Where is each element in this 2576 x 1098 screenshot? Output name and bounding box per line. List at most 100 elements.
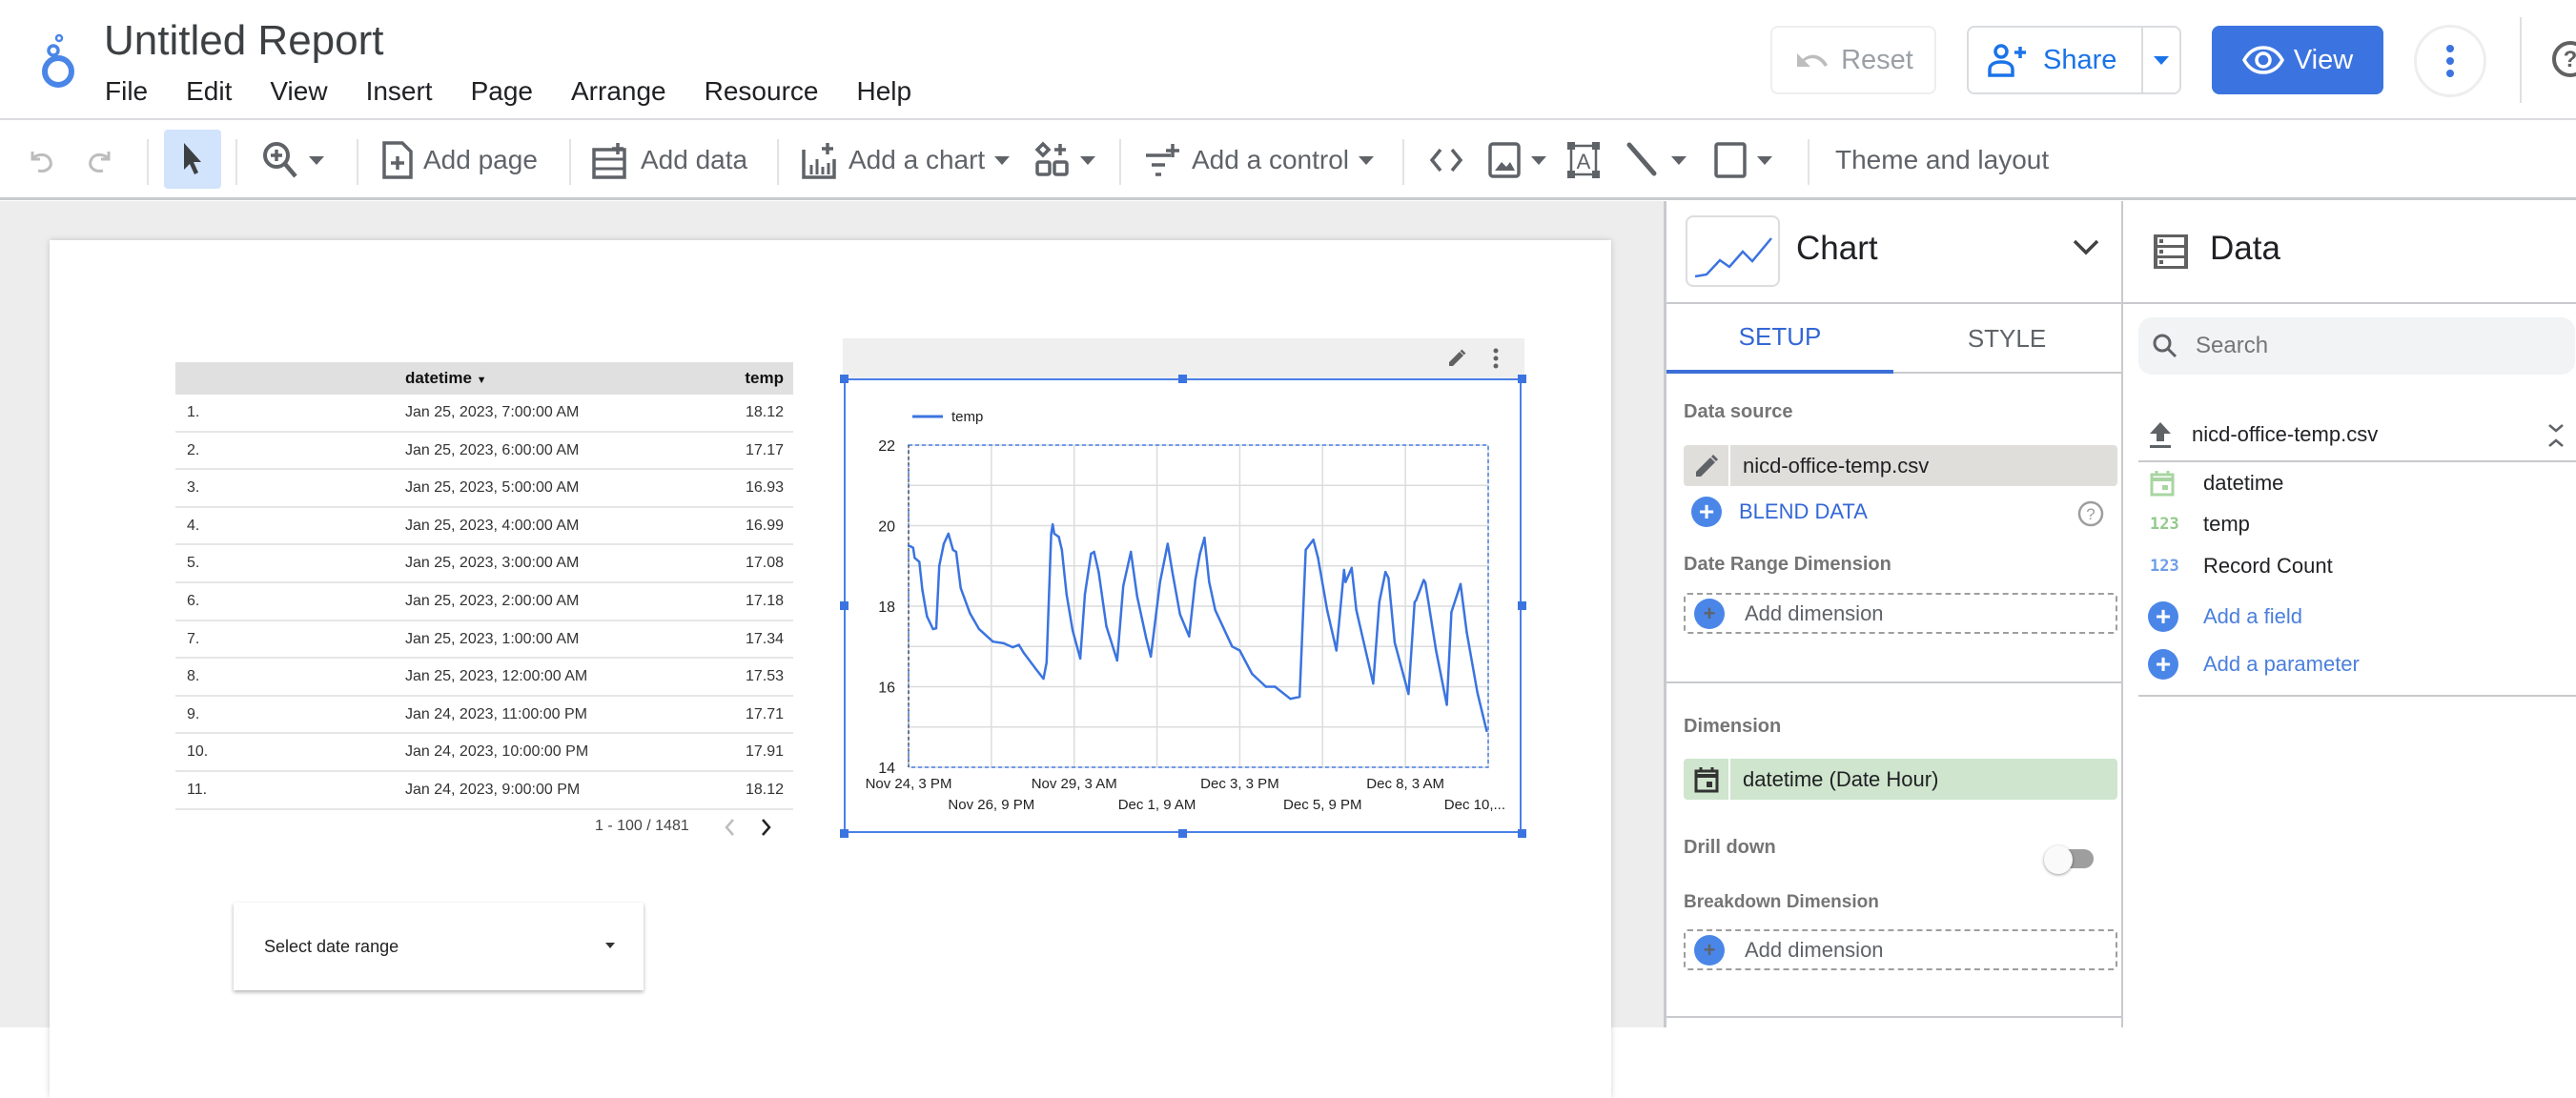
- prev-page-button[interactable]: [722, 816, 737, 839]
- more-vert-icon: [1493, 348, 1499, 369]
- theme-layout-label: Theme and layout: [1835, 145, 2050, 174]
- field-datetime[interactable]: datetime: [2150, 470, 2283, 497]
- chart-type-selector[interactable]: [1686, 215, 1780, 287]
- chart-selection-box[interactable]: [844, 378, 1522, 833]
- drill-down-toggle[interactable]: [2044, 845, 2097, 874]
- field-search[interactable]: [2138, 317, 2575, 375]
- zoom-button[interactable]: [261, 120, 324, 200]
- calendar-icon: [2150, 470, 2182, 497]
- table-row[interactable]: 8. Jan 25, 2023, 12:00:00 AM 17.53: [175, 659, 793, 697]
- resize-handle[interactable]: [840, 829, 848, 838]
- resize-handle[interactable]: [1518, 375, 1526, 383]
- table-row[interactable]: 1. Jan 25, 2023, 7:00:00 AM 18.12: [175, 395, 793, 433]
- embed-url-button[interactable]: [1427, 120, 1465, 200]
- help-icon[interactable]: ?: [2077, 500, 2104, 527]
- search-input[interactable]: [2196, 333, 2558, 359]
- table-row[interactable]: 2. Jan 25, 2023, 6:00:00 AM 17.17: [175, 433, 793, 471]
- add-dimension-label: Add dimension: [1745, 937, 1884, 962]
- row-index: 3.: [187, 479, 200, 497]
- tab-style[interactable]: STYLE: [1893, 304, 2120, 374]
- share-main[interactable]: Share: [1969, 28, 2144, 92]
- expand-collapse-icon[interactable]: [2546, 422, 2566, 449]
- resize-handle[interactable]: [840, 601, 848, 610]
- table-row[interactable]: 11. Jan 24, 2023, 9:00:00 PM 18.12: [175, 772, 793, 810]
- add-page-button[interactable]: Add page: [381, 120, 538, 200]
- add-line-button[interactable]: [1624, 120, 1687, 200]
- redo-button[interactable]: [84, 120, 116, 200]
- report-title[interactable]: Untitled Report: [104, 17, 383, 65]
- data-source-chip[interactable]: nicd-office-temp.csv: [1684, 445, 2117, 486]
- date-range-control[interactable]: Select date range: [234, 903, 644, 990]
- menu-arrange[interactable]: Arrange: [571, 76, 666, 107]
- menu-page[interactable]: Page: [471, 76, 533, 107]
- resize-handle[interactable]: [1178, 375, 1187, 383]
- share-button[interactable]: Share: [1967, 26, 2181, 94]
- blend-data-label: BLEND DATA: [1739, 499, 1868, 523]
- menu-insert[interactable]: Insert: [366, 76, 433, 107]
- resize-handle[interactable]: [1518, 601, 1526, 610]
- resize-handle[interactable]: [840, 375, 848, 383]
- undo-button[interactable]: [25, 120, 57, 200]
- theme-layout-button[interactable]: Theme and layout: [1835, 120, 2049, 200]
- resize-handle[interactable]: [1518, 829, 1526, 838]
- add-component-button[interactable]: [1034, 120, 1095, 200]
- menu-help[interactable]: Help: [856, 76, 911, 107]
- more-vert-icon: [2446, 45, 2454, 77]
- report-page[interactable]: datetime ▼ temp 1. Jan 25, 2023, 7:00:00 …: [50, 240, 1611, 1098]
- add-date-range-dimension[interactable]: + Add dimension: [1684, 593, 2117, 634]
- view-button[interactable]: View: [2212, 26, 2383, 94]
- help-icon[interactable]: ?: [2551, 40, 2576, 78]
- field-temp[interactable]: 123 temp: [2150, 512, 2250, 537]
- table-row[interactable]: 3. Jan 25, 2023, 5:00:00 AM 16.93: [175, 470, 793, 508]
- data-panel-header: Data: [2123, 201, 2576, 304]
- toolbar-divider: [147, 139, 149, 185]
- column-header-temp[interactable]: temp: [745, 369, 784, 388]
- menu-file[interactable]: File: [105, 76, 148, 107]
- resize-handle[interactable]: [1178, 829, 1187, 838]
- chart-more-button[interactable]: [1492, 348, 1500, 369]
- blend-data-button[interactable]: + BLEND DATA: [1691, 497, 1868, 527]
- menu-resource[interactable]: Resource: [705, 76, 819, 107]
- edit-data-source-button[interactable]: [1684, 445, 1730, 486]
- field-record-count[interactable]: 123 Record Count: [2150, 554, 2333, 579]
- add-shape-button[interactable]: [1713, 120, 1772, 200]
- reset-button[interactable]: Reset: [1770, 26, 1936, 94]
- cell-temp: 16.99: [745, 517, 784, 534]
- next-page-button[interactable]: [759, 816, 774, 839]
- chevron-down-icon[interactable]: [2072, 237, 2100, 256]
- menu-edit[interactable]: Edit: [186, 76, 232, 107]
- edit-chart-button[interactable]: [1446, 348, 1467, 369]
- column-header-datetime[interactable]: datetime ▼: [405, 369, 487, 388]
- looker-studio-logo[interactable]: [36, 32, 80, 90]
- menu-view[interactable]: View: [270, 76, 327, 107]
- data-table[interactable]: datetime ▼ temp 1. Jan 25, 2023, 7:00:00 …: [175, 362, 793, 810]
- section-divider: [2138, 695, 2576, 697]
- search-icon: [2153, 334, 2177, 358]
- table-row[interactable]: 9. Jan 24, 2023, 11:00:00 PM 17.71: [175, 697, 793, 735]
- more-options-button[interactable]: [2414, 25, 2486, 97]
- add-chart-button[interactable]: Add a chart: [801, 120, 1011, 200]
- add-data-button[interactable]: Add data: [591, 120, 747, 200]
- table-row[interactable]: 10. Jan 24, 2023, 10:00:00 PM 17.91: [175, 734, 793, 772]
- table-row[interactable]: 4. Jan 25, 2023, 4:00:00 AM 16.99: [175, 508, 793, 546]
- table-row[interactable]: 6. Jan 25, 2023, 2:00:00 AM 17.18: [175, 583, 793, 621]
- data-source-row[interactable]: nicd-office-temp.csv: [2138, 409, 2576, 462]
- dimension-chip[interactable]: datetime (Date Hour): [1684, 759, 2117, 800]
- date-range-label: Select date range: [264, 937, 399, 956]
- table-row[interactable]: 5. Jan 25, 2023, 3:00:00 AM 17.08: [175, 545, 793, 583]
- row-index: 1.: [187, 404, 200, 420]
- tab-setup[interactable]: SETUP: [1666, 304, 1893, 374]
- share-dropdown[interactable]: [2143, 28, 2179, 92]
- chart-header-bar: [843, 338, 1524, 379]
- add-control-button[interactable]: Add a control: [1144, 120, 1374, 200]
- add-text-button[interactable]: A: [1566, 120, 1601, 200]
- add-breakdown-dimension[interactable]: + Add dimension: [1684, 929, 2117, 970]
- table-row[interactable]: 7. Jan 25, 2023, 1:00:00 AM 17.34: [175, 621, 793, 660]
- add-field-button[interactable]: + Add a field: [2148, 601, 2302, 632]
- add-image-button[interactable]: [1487, 120, 1546, 200]
- cursor-arrow-icon: [184, 143, 201, 174]
- caret-down-icon: [605, 943, 615, 948]
- add-parameter-button[interactable]: + Add a parameter: [2148, 649, 2360, 680]
- select-tool-button[interactable]: [164, 130, 221, 189]
- drill-down-label: Drill down: [1684, 837, 1776, 858]
